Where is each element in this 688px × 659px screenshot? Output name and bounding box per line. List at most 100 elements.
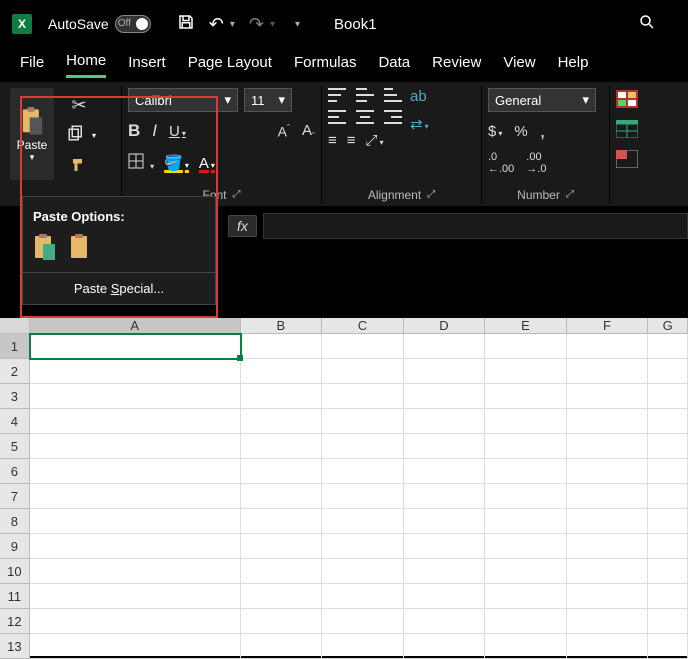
cell[interactable] bbox=[241, 584, 323, 609]
cell[interactable] bbox=[485, 584, 567, 609]
qat-customize-icon[interactable]: ▾ bbox=[295, 19, 300, 30]
row-header[interactable]: 12 bbox=[0, 609, 30, 634]
format-as-table-button[interactable] bbox=[616, 120, 644, 142]
cell[interactable] bbox=[567, 634, 649, 659]
cell[interactable] bbox=[404, 609, 486, 634]
cell[interactable] bbox=[485, 334, 567, 359]
cell[interactable] bbox=[648, 584, 688, 609]
cell[interactable] bbox=[241, 359, 323, 384]
tab-data[interactable]: Data bbox=[378, 54, 410, 77]
row-header[interactable]: 2 bbox=[0, 359, 30, 384]
tab-file[interactable]: File bbox=[20, 54, 44, 77]
cell[interactable] bbox=[648, 434, 688, 459]
wrap-text-button[interactable]: ab bbox=[410, 88, 429, 105]
cell[interactable] bbox=[485, 384, 567, 409]
decrease-decimal-button[interactable]: .00→.0 bbox=[526, 151, 546, 175]
merge-center-button[interactable]: ⇄▾ bbox=[410, 115, 429, 133]
cell[interactable] bbox=[322, 434, 404, 459]
cell[interactable] bbox=[648, 384, 688, 409]
increase-decimal-button[interactable]: .0←.00 bbox=[488, 151, 514, 175]
cell[interactable] bbox=[567, 409, 649, 434]
cell[interactable] bbox=[241, 409, 323, 434]
cell[interactable] bbox=[404, 559, 486, 584]
alignment-dialog-launcher[interactable]: ⤢ bbox=[427, 187, 435, 203]
cell[interactable] bbox=[30, 484, 241, 509]
row-header[interactable]: 9 bbox=[0, 534, 30, 559]
cell[interactable] bbox=[322, 359, 404, 384]
cell[interactable] bbox=[30, 384, 241, 409]
cell[interactable] bbox=[404, 334, 486, 359]
cell[interactable] bbox=[485, 534, 567, 559]
cell[interactable] bbox=[322, 534, 404, 559]
row-header[interactable]: 4 bbox=[0, 409, 30, 434]
fx-button[interactable]: fx bbox=[228, 215, 257, 237]
cell[interactable] bbox=[485, 509, 567, 534]
percent-format-button[interactable]: % bbox=[514, 123, 527, 140]
tab-formulas[interactable]: Formulas bbox=[294, 54, 357, 77]
number-format-select[interactable]: General▾ bbox=[488, 88, 596, 112]
column-header-g[interactable]: G bbox=[648, 318, 688, 334]
cell[interactable] bbox=[241, 609, 323, 634]
cell[interactable] bbox=[322, 409, 404, 434]
tab-review[interactable]: Review bbox=[432, 54, 481, 77]
autosave-toggle[interactable]: AutoSave Off bbox=[48, 15, 151, 33]
cell[interactable] bbox=[404, 434, 486, 459]
column-header-c[interactable]: C bbox=[322, 318, 404, 334]
row-header[interactable]: 10 bbox=[0, 559, 30, 584]
cell[interactable] bbox=[485, 609, 567, 634]
increase-font-button[interactable]: Aˆ bbox=[278, 123, 290, 140]
tab-view[interactable]: View bbox=[503, 54, 535, 77]
row-header[interactable]: 8 bbox=[0, 509, 30, 534]
cell[interactable] bbox=[322, 384, 404, 409]
row-header[interactable]: 5 bbox=[0, 434, 30, 459]
cell[interactable] bbox=[485, 484, 567, 509]
column-header-e[interactable]: E bbox=[485, 318, 567, 334]
cell[interactable] bbox=[485, 559, 567, 584]
cell[interactable] bbox=[322, 484, 404, 509]
cell-styles-button[interactable] bbox=[616, 150, 644, 172]
align-top-button[interactable] bbox=[328, 88, 346, 102]
cell[interactable] bbox=[241, 559, 323, 584]
cell[interactable] bbox=[648, 634, 688, 659]
cell[interactable] bbox=[404, 384, 486, 409]
align-center-button[interactable] bbox=[356, 110, 374, 124]
font-dialog-launcher[interactable]: ⤢ bbox=[233, 187, 241, 203]
cell[interactable] bbox=[241, 334, 323, 359]
cell[interactable] bbox=[648, 334, 688, 359]
cell[interactable] bbox=[30, 334, 241, 359]
tab-help[interactable]: Help bbox=[558, 54, 589, 77]
cell[interactable] bbox=[485, 359, 567, 384]
accounting-format-button[interactable]: $▾ bbox=[488, 123, 502, 140]
row-header[interactable]: 13 bbox=[0, 634, 30, 659]
cell[interactable] bbox=[404, 634, 486, 659]
cell[interactable] bbox=[648, 534, 688, 559]
cell[interactable] bbox=[648, 559, 688, 584]
column-header-a[interactable]: A bbox=[30, 318, 241, 334]
cell[interactable] bbox=[648, 359, 688, 384]
cell[interactable] bbox=[567, 434, 649, 459]
cell[interactable] bbox=[404, 534, 486, 559]
cell[interactable] bbox=[30, 359, 241, 384]
decrease-indent-button[interactable]: ≡ bbox=[328, 132, 337, 149]
cell[interactable] bbox=[322, 459, 404, 484]
cell[interactable] bbox=[648, 509, 688, 534]
cell[interactable] bbox=[404, 484, 486, 509]
cell[interactable] bbox=[30, 534, 241, 559]
cell[interactable] bbox=[404, 409, 486, 434]
cell[interactable] bbox=[30, 559, 241, 584]
column-header-f[interactable]: F bbox=[567, 318, 649, 334]
row-header[interactable]: 11 bbox=[0, 584, 30, 609]
cell[interactable] bbox=[404, 459, 486, 484]
cell[interactable] bbox=[648, 459, 688, 484]
align-middle-button[interactable] bbox=[356, 88, 374, 102]
cell[interactable] bbox=[567, 484, 649, 509]
cell[interactable] bbox=[241, 384, 323, 409]
tab-home[interactable]: Home bbox=[66, 52, 106, 78]
row-header[interactable]: 7 bbox=[0, 484, 30, 509]
cell[interactable] bbox=[485, 459, 567, 484]
paste-option-all[interactable] bbox=[33, 234, 57, 262]
column-header-b[interactable]: B bbox=[241, 318, 323, 334]
cell[interactable] bbox=[404, 359, 486, 384]
cell[interactable] bbox=[485, 634, 567, 659]
row-header[interactable]: 1 bbox=[0, 334, 30, 359]
